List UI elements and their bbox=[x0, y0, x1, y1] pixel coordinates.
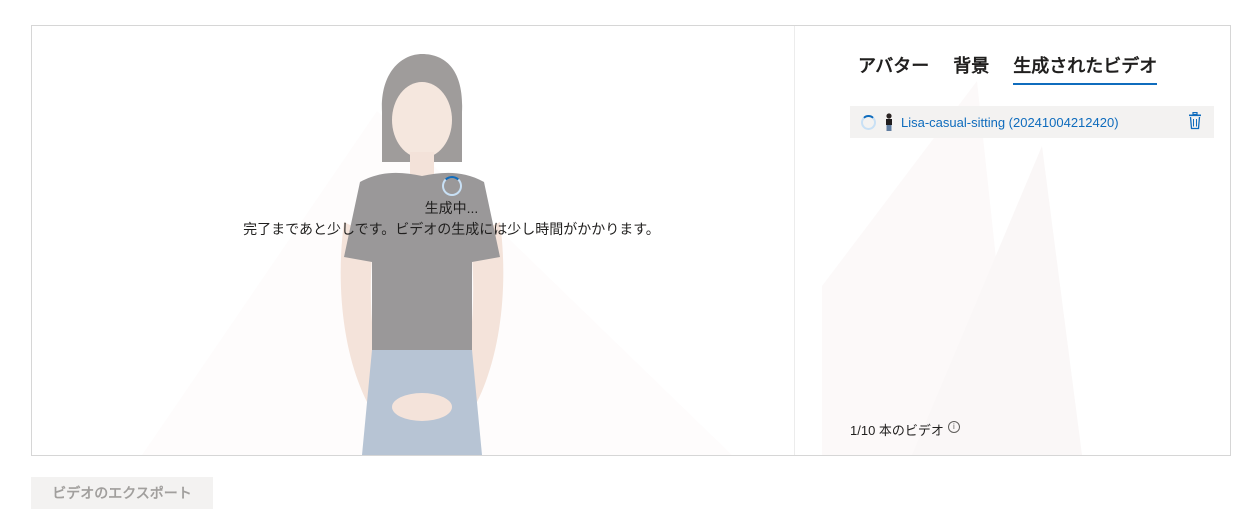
video-name[interactable]: Lisa-casual-sitting (20241004212420) bbox=[901, 115, 1119, 130]
side-panel: アバター 背景 生成されたビデオ Lisa-casual-sitting (20… bbox=[795, 26, 1230, 455]
loading-spinner-icon bbox=[441, 176, 462, 196]
tab-background[interactable]: 背景 bbox=[953, 52, 989, 85]
tab-avatar[interactable]: アバター bbox=[858, 52, 929, 85]
generation-status: 生成中... 完了まであと少しです。ビデオの生成には少し時間がかかります。 bbox=[32, 176, 871, 240]
video-list-item[interactable]: Lisa-casual-sitting (20241004212420) bbox=[850, 106, 1214, 138]
loading-spinner-icon bbox=[861, 114, 876, 130]
tab-generated-videos[interactable]: 生成されたビデオ bbox=[1013, 52, 1158, 85]
info-icon[interactable]: i bbox=[947, 420, 960, 433]
status-message: 完了まであと少しです。ビデオの生成には少し時間がかかります。 bbox=[243, 221, 660, 237]
delete-icon[interactable] bbox=[1188, 112, 1202, 130]
status-title: 生成中... bbox=[424, 200, 479, 216]
video-preview: 生成中... 完了まであと少しです。ビデオの生成には少し時間がかかります。 bbox=[32, 26, 794, 455]
preview-dim-overlay bbox=[32, 26, 794, 455]
video-count: 1/10 本のビデオ i bbox=[850, 420, 960, 439]
video-count-label: 1/10 本のビデオ bbox=[850, 423, 944, 438]
panel-tabs: アバター 背景 生成されたビデオ bbox=[858, 52, 1158, 85]
export-video-button[interactable]: ビデオのエクスポート bbox=[31, 477, 213, 509]
video-editor-card: 生成中... 完了まであと少しです。ビデオの生成には少し時間がかかります。 アバ… bbox=[31, 25, 1231, 456]
avatar-thumbnail-icon bbox=[886, 113, 892, 131]
